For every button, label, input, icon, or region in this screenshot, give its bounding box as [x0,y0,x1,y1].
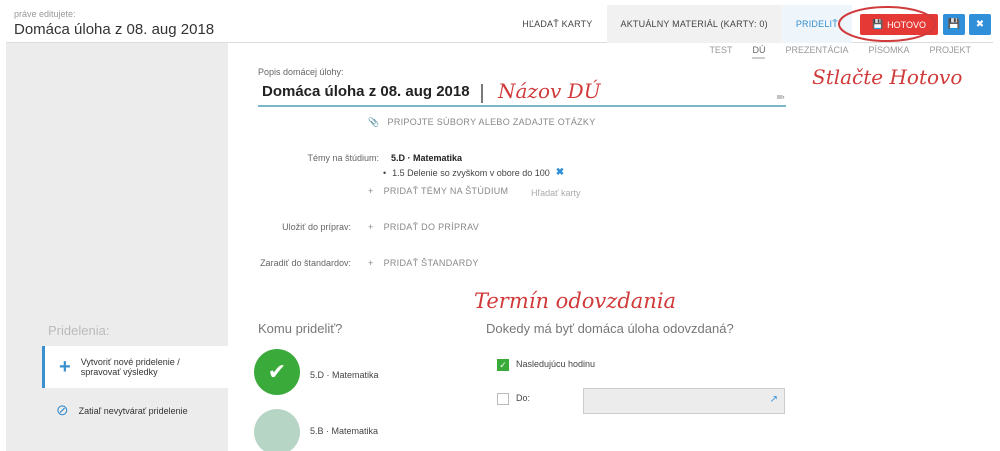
check-icon: ✓ [499,359,507,370]
class-badge-selected[interactable]: ✔ [254,349,300,395]
deadline-annotation: Termín odovzdania [474,289,677,313]
plus-icon: + [368,222,374,232]
add-standards-label: PRIDAŤ ŠTANDARDY [383,258,479,268]
name-hint-annotation: Názov DÚ [498,79,601,103]
bullet-icon: • [383,167,387,178]
standards-label: Zaradiť do štandardov: [260,258,351,268]
create-assignment-item[interactable]: + Vytvoriť nové pridelenie / spravovať v… [42,346,228,388]
until-checkbox[interactable] [497,393,509,405]
top-nav: HĽADAŤ KARTY AKTUÁLNY MATERIÁL (KARTY: 0… [508,5,993,43]
tab-homework[interactable]: DÚ [752,45,766,59]
document-title: Domáca úloha z 08. aug 2018 [14,21,215,38]
add-standards-link[interactable]: + PRIDAŤ ŠTANDARDY [368,258,479,268]
save-icon: 💾 [947,19,961,30]
class-name: 5.D · Matematika [310,370,379,380]
until-label: Do: [516,393,531,403]
attach-label: PRIPOJTE SÚBORY ALEBO ZADAJTE OTÁZKY [387,117,596,127]
add-to-preps-label: PRIDAŤ DO PRÍPRAV [383,222,480,232]
attach-link[interactable]: 📎 PRIPOJTE SÚBORY ALEBO ZADAJTE OTÁZKY [368,117,596,128]
plus-icon: + [368,258,374,268]
save-icon: 💾 [871,19,884,29]
add-to-preps-link[interactable]: + PRIDAŤ DO PRÍPRAV [368,222,479,232]
current-material-button[interactable]: AKTUÁLNY MATERIÁL (KARTY: 0) [606,5,782,43]
class-name: 5.B · Matematika [310,426,379,436]
topic-item-label: 1.5 Delenie so zvyškom v obore do 100 [392,167,550,178]
resize-grip-icon[interactable]: ≕ [776,92,785,103]
paperclip-icon: 📎 [368,117,380,127]
search-cards-button[interactable]: HĽADAŤ KARTY [508,5,606,43]
until-date-input[interactable]: ↗ [583,388,785,414]
create-assignment-label: Vytvoriť nové pridelenie / spravovať výs… [80,357,180,377]
topic-class: 5.D · Matematika [391,153,463,163]
ban-icon: ⊘ [56,402,69,419]
done-label: HOTOVO [887,19,926,30]
press-done-annotation: Stlačte Hotovo [812,65,963,89]
tab-project[interactable]: PROJEKT [929,45,971,59]
save-button[interactable]: 💾 [943,14,965,35]
next-lesson-label: Nasledujúcu hodinu [516,359,596,369]
topic-item: • 1.5 Delenie so zvyškom v obore do 100 … [383,167,564,178]
no-assignment-label: Zatiaľ nevytvárať pridelenie [78,406,188,416]
description-label: Popis domácej úlohy: [258,67,344,77]
deadline-heading: Dokedy má byť domáca úloha odovzdaná? [486,321,734,336]
assignments-heading: Pridelenia: [48,323,110,338]
sidebar: Pridelenia: + Vytvoriť nové pridelenie /… [6,43,228,451]
description-value: Domáca úloha z 08. aug 2018 [262,83,470,100]
assign-tab[interactable]: PRIDELIŤ [781,5,852,43]
topics-label: Témy na štúdium: [307,153,379,163]
remove-topic-icon[interactable]: ✖ [556,167,564,178]
material-type-tabs: TEST DÚ PREZENTÁCIA PÍSOMKA PROJEKT [709,45,971,59]
class-badge[interactable] [254,409,300,451]
editing-hint: práve editujete: [14,9,76,19]
tab-written-test[interactable]: PÍSOMKA [868,45,909,59]
tab-presentation[interactable]: PREZENTÁCIA [785,45,848,59]
done-button[interactable]: 💾 HOTOVO [859,14,938,35]
add-topics-link[interactable]: + PRIDAŤ TÉMY NA ŠTÚDIUM [368,186,508,196]
add-topics-label: PRIDAŤ TÉMY NA ŠTÚDIUM [383,186,509,196]
plus-icon: + [368,186,374,196]
close-icon: ✖ [975,19,985,30]
tab-test[interactable]: TEST [709,45,732,59]
search-cards-link[interactable]: Hľadať karty [531,188,581,198]
main-panel: TEST DÚ PREZENTÁCIA PÍSOMKA PROJEKT Popi… [228,43,993,451]
top-bar: práve editujete: Domáca úloha z 08. aug … [6,5,993,43]
check-icon: ✔ [267,359,287,384]
assign-to-heading: Komu prideliť? [258,321,343,336]
next-lesson-checkbox[interactable]: ✓ [497,359,509,371]
no-assignment-item[interactable]: ⊘ Zatiaľ nevytvárať pridelenie [42,394,228,428]
save-to-label: Uložiť do príprav: [282,222,351,232]
plus-icon: + [59,356,71,378]
close-button[interactable]: ✖ [969,14,991,35]
external-link-icon[interactable]: ↗ [770,394,778,405]
